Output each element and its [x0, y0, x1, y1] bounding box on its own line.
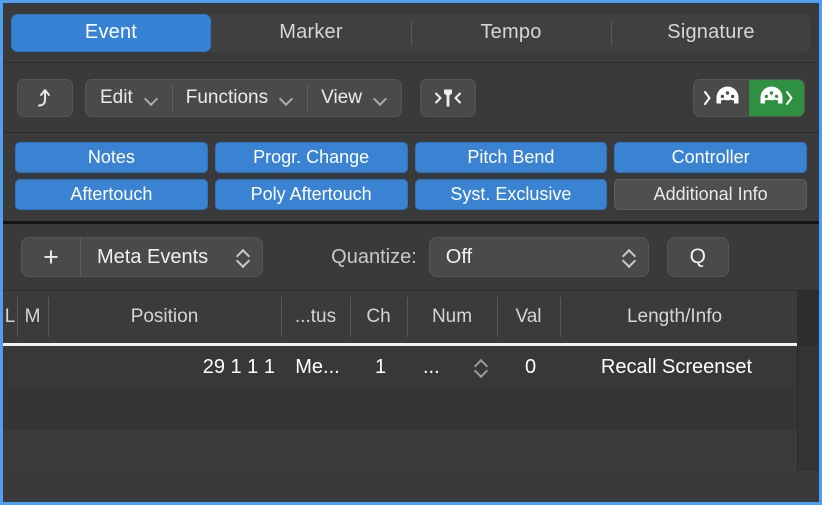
filter-controller-label: Controller: [671, 147, 750, 167]
midi-io-group: [693, 78, 805, 117]
column-header-mute[interactable]: M: [17, 291, 48, 343]
quantize-label: Quantize:: [331, 245, 417, 268]
stepper-updown-icon: [236, 246, 249, 268]
event-type-value: Meta Events: [97, 245, 209, 268]
tab-tempo[interactable]: Tempo: [411, 14, 611, 52]
column-header-status[interactable]: ...tus: [281, 291, 350, 343]
quantize-apply-button[interactable]: Q: [666, 237, 729, 277]
cell-length-info[interactable]: Recall Screenset: [562, 346, 791, 388]
filter-aftertouch-label: Aftertouch: [70, 184, 153, 204]
event-list: L M Position ...tus Ch Num Val Length/In…: [3, 291, 819, 472]
menu-view-label: View: [321, 86, 362, 108]
scrollbar-header-cap: [798, 291, 819, 346]
tab-bar: Event Marker Tempo Signature: [3, 3, 819, 62]
column-header-val[interactable]: Val: [497, 291, 560, 343]
cell-channel[interactable]: 1: [352, 346, 409, 388]
midi-in-button[interactable]: [694, 79, 749, 116]
menu-functions[interactable]: Functions: [171, 80, 307, 116]
column-header-channel[interactable]: Ch: [350, 291, 407, 343]
cell-status[interactable]: Me...: [283, 346, 352, 388]
quantize-select[interactable]: Off: [428, 237, 649, 277]
filter-syst-exclusive[interactable]: Syst. Exclusive: [414, 179, 608, 210]
cell-position[interactable]: 29 1 1 1: [50, 346, 283, 388]
filter-pitch-bend[interactable]: Pitch Bend: [414, 142, 608, 173]
tab-signature[interactable]: Signature: [611, 14, 811, 52]
add-event-group: + Meta Events: [21, 237, 264, 277]
catch-playhead-pin-icon: [434, 89, 461, 106]
filter-controller[interactable]: Controller: [614, 142, 807, 173]
add-event-button[interactable]: +: [22, 238, 80, 276]
empty-row: [3, 430, 819, 472]
menu-edit-label: Edit: [100, 86, 133, 108]
tab-event[interactable]: Event: [11, 13, 211, 52]
tab-group: Event Marker Tempo Signature: [11, 13, 811, 52]
column-header-length-info[interactable]: Length/Info: [560, 291, 789, 343]
filter-pitch-bend-label: Pitch Bend: [467, 147, 555, 167]
chevron-down-icon: [280, 94, 293, 102]
event-type-filters: Notes Progr. Change Pitch Bend Controlle…: [3, 132, 819, 224]
filter-progr-change-label: Progr. Change: [253, 147, 370, 167]
tab-event-label: Event: [84, 21, 138, 43]
toolbar: Edit Functions View: [3, 62, 819, 132]
tab-marker-label: Marker: [279, 21, 343, 43]
chevron-down-icon: [374, 94, 387, 102]
filter-row-1: Notes Progr. Change Pitch Bend Controlle…: [15, 142, 807, 173]
event-type-popup[interactable]: Meta Events: [80, 238, 262, 276]
quantize-value: Off: [445, 245, 473, 268]
filter-row-2: Aftertouch Poly Aftertouch Syst. Exclusi…: [15, 179, 807, 210]
column-header-lock[interactable]: L: [3, 291, 17, 343]
filter-poly-aftertouch[interactable]: Poly Aftertouch: [214, 179, 408, 210]
catch-playhead-button[interactable]: [419, 78, 476, 117]
midi-out-icon: [760, 86, 792, 105]
column-header-num[interactable]: Num: [407, 291, 497, 343]
meta-events-bar: + Meta Events Quantize: Off Q: [3, 224, 819, 291]
filter-notes[interactable]: Notes: [15, 142, 208, 173]
menu-edit[interactable]: Edit: [86, 80, 172, 116]
empty-row: [3, 388, 819, 430]
column-header-position[interactable]: Position: [48, 291, 281, 343]
vertical-scrollbar[interactable]: [797, 291, 819, 471]
filter-additional-info-label: Additional Info: [653, 184, 768, 204]
menu-bar: Edit Functions View: [85, 78, 402, 117]
stepper-updown-icon[interactable]: [474, 356, 487, 378]
tab-tempo-label: Tempo: [480, 21, 542, 43]
tab-signature-label: Signature: [667, 21, 755, 43]
cell-val[interactable]: 0: [499, 346, 562, 388]
arrow-up-curved-icon: [38, 88, 50, 106]
plus-icon: +: [43, 241, 59, 272]
table-row[interactable]: 29 1 1 1 Me... 1 ... 0 Recall Screenset: [3, 346, 819, 388]
cell-num-value: ...: [423, 355, 440, 378]
filter-progr-change[interactable]: Progr. Change: [214, 142, 408, 173]
menu-functions-label: Functions: [185, 86, 269, 108]
menu-view[interactable]: View: [307, 80, 401, 116]
filter-syst-exclusive-label: Syst. Exclusive: [450, 184, 572, 204]
stepper-updown-icon: [622, 246, 635, 268]
filter-additional-info[interactable]: Additional Info: [614, 179, 807, 210]
midi-out-button[interactable]: [749, 79, 804, 116]
cell-num[interactable]: ...: [409, 346, 499, 388]
tab-marker[interactable]: Marker: [211, 14, 411, 52]
filter-aftertouch[interactable]: Aftertouch: [15, 179, 208, 210]
filter-poly-aftertouch-label: Poly Aftertouch: [250, 184, 372, 204]
midi-in-icon: [703, 86, 738, 105]
chevron-down-icon: [145, 94, 158, 102]
event-list-window: Event Marker Tempo Signature Edit Functi…: [0, 0, 822, 505]
hierarchy-up-button[interactable]: [17, 78, 73, 117]
column-header-row: L M Position ...tus Ch Num Val Length/In…: [3, 291, 819, 346]
quantize-apply-label: Q: [689, 245, 706, 268]
cell-lock[interactable]: [3, 346, 19, 388]
filter-notes-label: Notes: [87, 147, 135, 167]
cell-mute[interactable]: [19, 346, 50, 388]
